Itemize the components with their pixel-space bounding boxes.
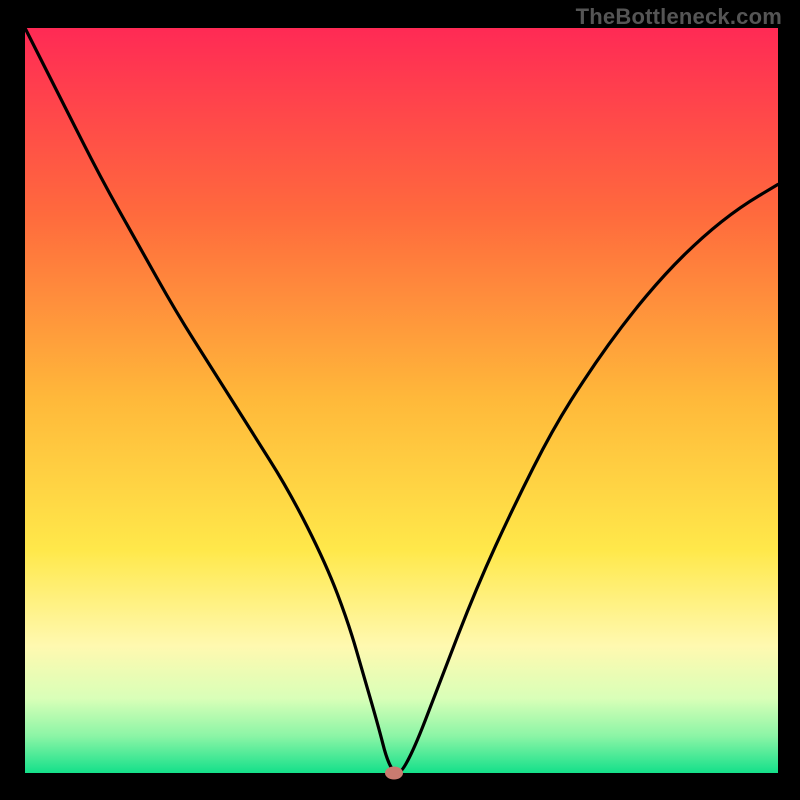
bottleneck-chart <box>0 0 800 800</box>
watermark-text: TheBottleneck.com <box>576 4 782 30</box>
plot-background <box>25 28 778 773</box>
chart-frame: TheBottleneck.com <box>0 0 800 800</box>
minimum-marker <box>385 767 403 780</box>
